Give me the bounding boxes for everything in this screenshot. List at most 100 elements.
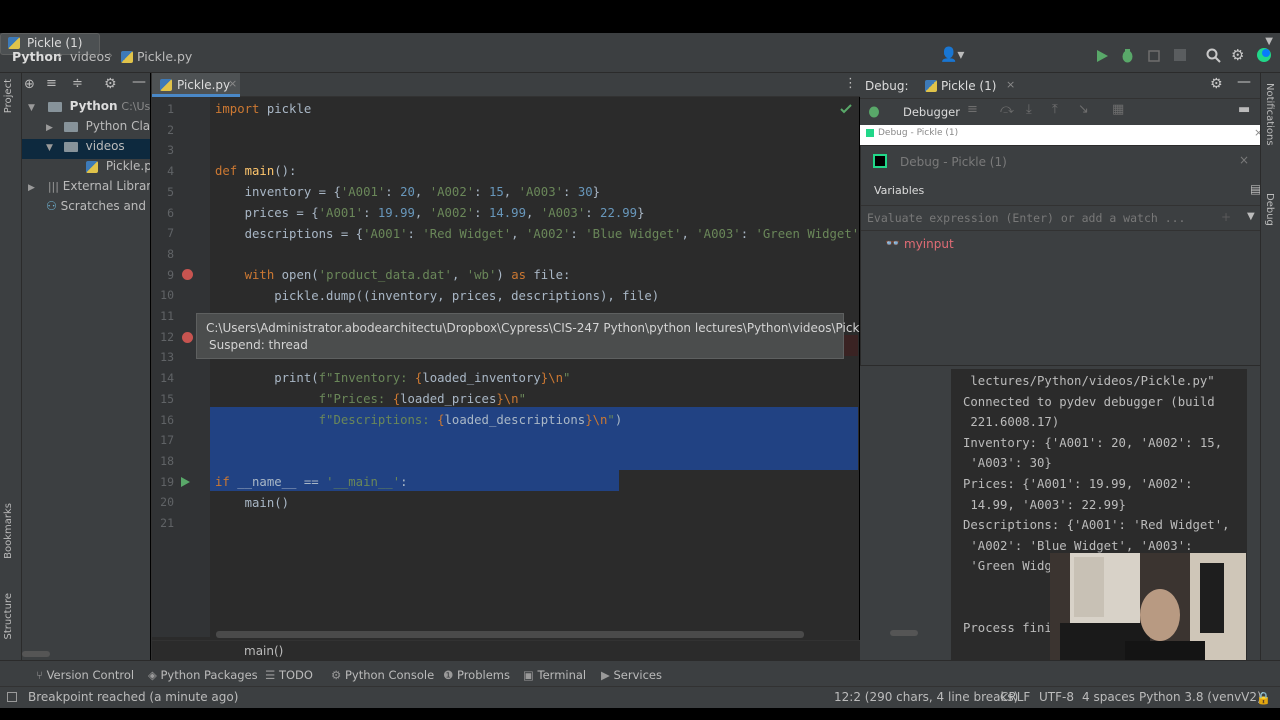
- breadcrumb-file[interactable]: Pickle.py: [137, 49, 192, 64]
- file-encoding[interactable]: UTF-8: [1039, 690, 1074, 704]
- code-line-15[interactable]: f"Prices: {loaded_prices}\n": [215, 392, 526, 406]
- chevron-right-icon: ›: [58, 48, 63, 62]
- line-separator[interactable]: CRLF: [1000, 690, 1030, 704]
- line-number: 2: [167, 122, 174, 137]
- tree-item-pickle-file[interactable]: Pickle.py: [22, 159, 150, 179]
- add-watch-icon[interactable]: +: [1221, 210, 1231, 224]
- code-line-16[interactable]: f"Descriptions: {loaded_descriptions}\n"…: [215, 413, 623, 427]
- debug-icon[interactable]: [1120, 48, 1135, 63]
- code-line-1[interactable]: import pickle: [215, 102, 311, 116]
- notifications-tool-tab[interactable]: Notifications: [1264, 83, 1275, 146]
- collapse-all-icon[interactable]: ≑: [72, 76, 83, 91]
- locate-icon[interactable]: ⊕: [24, 77, 35, 92]
- horizontal-scrollbar[interactable]: [22, 651, 50, 657]
- console-icon[interactable]: ≡: [967, 102, 978, 117]
- line-number: 5: [167, 184, 174, 199]
- horizontal-scrollbar[interactable]: [890, 630, 918, 636]
- jetbrains-logo-icon[interactable]: [1256, 47, 1272, 63]
- status-message[interactable]: Breakpoint reached (a minute ago): [28, 690, 238, 704]
- line-number: 15: [160, 391, 174, 406]
- code-editor[interactable]: Pickle.py × ⋮ 1 2 3 4 5 6 7 8 9 10 11 12 13 14 15 16 17 1…: [151, 73, 907, 660]
- step-over-icon[interactable]: ⤼: [1000, 102, 1014, 117]
- console-line: 'A002': 'Blue Widget', 'A003':: [963, 538, 1193, 553]
- horizontal-scrollbar[interactable]: [216, 631, 804, 638]
- python-console-tool[interactable]: ⚙ Python Console: [331, 668, 434, 682]
- breadcrumb-function[interactable]: main(): [244, 644, 283, 658]
- run-coverage-icon[interactable]: [1147, 48, 1162, 63]
- bookmarks-tool-tab[interactable]: Bookmarks: [3, 503, 14, 559]
- library-icon: |||: [47, 180, 59, 193]
- python-icon: [8, 37, 20, 49]
- stop-icon[interactable]: [1174, 49, 1186, 61]
- evaluate-expression-input[interactable]: Evaluate expression (Enter) or add a wat…: [861, 205, 1267, 231]
- run-to-cursor-icon[interactable]: ↘: [1078, 102, 1089, 117]
- tree-item-python-root[interactable]: ▼ Python C:\Users: [22, 99, 150, 119]
- layout-toggle-icon[interactable]: [7, 692, 17, 702]
- run-gutter-icon[interactable]: [181, 477, 190, 487]
- tree-item-path: C:\Users: [121, 100, 150, 113]
- code-line-10[interactable]: pickle.dump((inventory, prices, descript…: [215, 289, 659, 303]
- code-line-7[interactable]: descriptions = {'A001': 'Red Widget', 'A…: [215, 227, 867, 241]
- chevron-down-icon[interactable]: ▼: [1247, 211, 1255, 222]
- code-line-20[interactable]: main(): [215, 496, 289, 510]
- lock-icon[interactable]: 🔒: [1256, 691, 1271, 705]
- code-line-14[interactable]: print(f"Inventory: {loaded_inventory}\n": [215, 371, 570, 385]
- code-line-5[interactable]: inventory = {'A001': 20, 'A002': 15, 'A0…: [215, 185, 600, 199]
- tree-item-python-class[interactable]: ▶ Python Class: [22, 119, 150, 139]
- indent-setting[interactable]: 4 spaces: [1082, 690, 1135, 704]
- watch-item[interactable]: myinput: [904, 237, 954, 251]
- user-icon[interactable]: 👤▾: [940, 47, 964, 63]
- python-interpreter[interactable]: Python 3.8 (venvV2): [1139, 690, 1262, 704]
- console-line: Prices: {'A001': 19.99, 'A002':: [963, 477, 1193, 491]
- step-out-icon[interactable]: ⤒: [1052, 102, 1058, 117]
- run-icon[interactable]: [1096, 49, 1109, 63]
- close-icon[interactable]: ×: [1239, 153, 1249, 167]
- python-file-icon: [121, 51, 133, 63]
- tree-item-label: videos: [85, 139, 125, 153]
- breadcrumb-project[interactable]: Python: [12, 49, 62, 64]
- expand-all-icon[interactable]: ≡: [46, 76, 57, 91]
- tree-item-external-libraries[interactable]: ▶ ||| External Libraries: [22, 179, 150, 199]
- tree-item-videos[interactable]: ▼ videos: [22, 139, 150, 159]
- structure-tool-tab[interactable]: Structure: [3, 593, 14, 640]
- more-options-icon[interactable]: ⋮: [844, 76, 857, 91]
- code-line-4[interactable]: def main():: [215, 164, 296, 178]
- debug-tool-tab[interactable]: Debug: [1264, 193, 1275, 226]
- hide-icon[interactable]: —: [132, 74, 146, 90]
- debugger-tab[interactable]: Debugger: [903, 105, 960, 119]
- tab-pickle-py[interactable]: Pickle.py ×: [152, 73, 240, 97]
- problems-tool[interactable]: ❶ Problems: [443, 668, 510, 682]
- tree-item-scratches[interactable]: ⚇ Scratches and Co: [22, 199, 150, 219]
- close-icon[interactable]: ×: [1006, 78, 1015, 91]
- hide-icon[interactable]: —: [1237, 74, 1251, 90]
- code-line-9[interactable]: with open('product_data.dat', 'wb') as f…: [215, 268, 571, 282]
- code-line-6[interactable]: prices = {'A001': 19.99, 'A002': 14.99, …: [215, 206, 645, 220]
- breadcrumb-folder[interactable]: videos: [70, 49, 111, 64]
- python-packages-tool[interactable]: ◈ Python Packages: [148, 668, 258, 682]
- gear-icon[interactable]: ⚙: [1231, 46, 1244, 64]
- checkmark-icon: [840, 104, 852, 114]
- project-tool-tab[interactable]: Project: [3, 79, 14, 113]
- version-control-tool[interactable]: ⑂ Version Control: [36, 668, 134, 682]
- debug-header-label: Debug:: [865, 79, 909, 93]
- todo-tool[interactable]: ☰ TODO: [265, 668, 313, 682]
- gear-icon[interactable]: ⚙: [104, 76, 117, 92]
- folder-icon: [63, 121, 78, 132]
- gear-icon[interactable]: ⚙: [1210, 76, 1223, 92]
- line-number: 12: [160, 329, 174, 344]
- line-number: 13: [160, 350, 174, 365]
- breakpoint-icon[interactable]: [182, 332, 193, 343]
- step-into-icon[interactable]: ⤓: [1026, 102, 1032, 117]
- line-number: 21: [160, 516, 174, 530]
- search-icon[interactable]: [1206, 48, 1221, 63]
- evaluate-icon[interactable]: ▦: [1112, 102, 1124, 117]
- debug-icon[interactable]: [867, 104, 881, 118]
- layout-icon[interactable]: ▬: [1238, 102, 1250, 117]
- close-icon[interactable]: ×: [228, 77, 237, 90]
- debug-session-tab[interactable]: Pickle (1): [941, 79, 996, 93]
- terminal-tool[interactable]: ▣ Terminal: [523, 668, 586, 682]
- caret-position[interactable]: 12:2 (290 chars, 4 line breaks): [834, 690, 1018, 704]
- breakpoint-icon[interactable]: [182, 269, 193, 280]
- services-tool[interactable]: ▶ Services: [601, 668, 662, 682]
- code-line-19[interactable]: if __name__ == '__main__':: [215, 475, 408, 489]
